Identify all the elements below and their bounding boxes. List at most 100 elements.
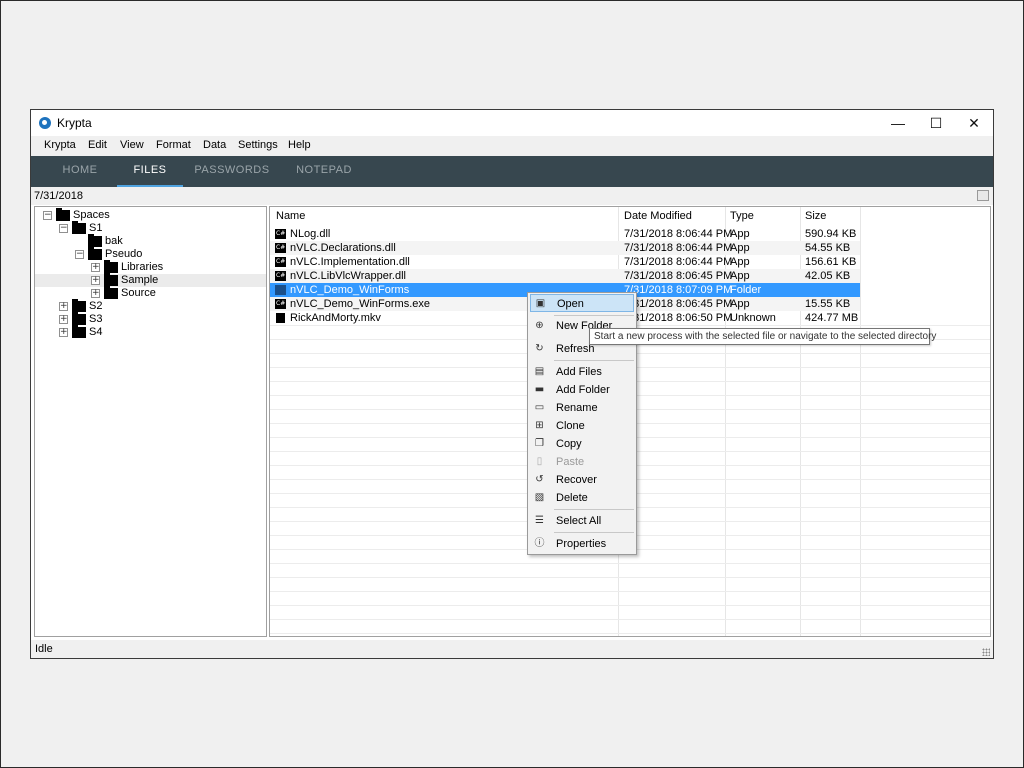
app-file-icon: [275, 257, 286, 267]
tree-node-s3[interactable]: + S3: [35, 312, 266, 326]
grid-line: [270, 633, 990, 634]
app-file-icon: [275, 271, 286, 281]
delete-icon: ▧: [534, 492, 545, 503]
calendar-icon[interactable]: [977, 190, 989, 201]
cell-date: 7/31/2018 8:06:44 PM: [624, 256, 733, 268]
cell-name: nVLC.Declarations.dll: [290, 242, 396, 254]
tab-files[interactable]: FILES: [117, 156, 183, 187]
tab-passwords[interactable]: PASSWORDS: [191, 156, 273, 187]
tree-label: S4: [89, 326, 103, 338]
tree-label: bak: [105, 235, 123, 247]
cell-date: 7/31/2018 8:06:50 PM: [624, 312, 733, 324]
copy-icon: ❐: [535, 438, 544, 449]
column-header-size[interactable]: Size: [801, 207, 826, 225]
tree-node-s2[interactable]: + S2: [35, 299, 266, 313]
tree-node-s4[interactable]: + S4: [35, 325, 266, 339]
recover-icon: ↺: [535, 474, 544, 485]
cell-type: Folder: [730, 284, 762, 296]
table-row[interactable]: nVLC.LibVlcWrapper.dll 7/31/2018 8:06:45 …: [270, 269, 860, 283]
tree-node-spaces[interactable]: − Spaces: [35, 208, 266, 222]
menu-settings[interactable]: Settings: [238, 139, 278, 151]
tree-node-pseudo[interactable]: − Pseudo: [35, 247, 266, 261]
expand-icon[interactable]: +: [91, 263, 100, 272]
app-file-icon: [275, 299, 286, 309]
cell-type: App: [730, 242, 750, 254]
menu-help[interactable]: Help: [288, 139, 311, 151]
menu-item-add-folder[interactable]: ▬ Add Folder: [530, 381, 634, 399]
collapse-icon[interactable]: −: [43, 211, 52, 220]
menu-item-properties[interactable]: ⓘ Properties: [530, 535, 634, 553]
cell-name: RickAndMorty.mkv: [290, 312, 381, 324]
status-text: Idle: [35, 643, 53, 655]
add-file-icon: ▤: [534, 366, 545, 377]
menu-item-copy[interactable]: ❐ Copy: [530, 435, 634, 453]
menu-edit[interactable]: Edit: [88, 139, 107, 151]
tab-home[interactable]: HOME: [51, 156, 109, 187]
column-divider: [860, 207, 861, 636]
expand-icon[interactable]: +: [91, 289, 100, 298]
minimize-button[interactable]: —: [879, 110, 917, 136]
menu-format[interactable]: Format: [156, 139, 191, 151]
menu-item-label: Clone: [556, 420, 585, 432]
title-bar[interactable]: Krypta — ☐ ✕: [31, 110, 993, 136]
expand-icon[interactable]: +: [59, 302, 68, 311]
grid-line: [270, 577, 990, 578]
tree-node-s1[interactable]: − S1: [35, 221, 266, 235]
table-row[interactable]: nVLC.Declarations.dll 7/31/2018 8:06:44 P…: [270, 241, 860, 255]
menu-data[interactable]: Data: [203, 139, 226, 151]
app-file-icon: [275, 229, 286, 239]
cell-size: 54.55 KB: [805, 242, 851, 254]
menu-view[interactable]: View: [120, 139, 144, 151]
tree-node-sample[interactable]: + Sample: [35, 273, 266, 287]
expand-icon[interactable]: +: [91, 276, 100, 285]
table-row[interactable]: nVLC.Implementation.dll 7/31/2018 8:06:44…: [270, 255, 860, 269]
folder-icon: [72, 221, 86, 234]
status-bar: Idle: [31, 640, 993, 658]
menu-item-delete[interactable]: ▧ Delete: [530, 489, 634, 507]
menu-item-label: Copy: [556, 438, 582, 450]
app-logo-icon: [39, 117, 51, 129]
window-title: Krypta: [57, 116, 92, 130]
menu-item-rename[interactable]: ▭ Rename: [530, 399, 634, 417]
maximize-button[interactable]: ☐: [917, 110, 955, 136]
tree-label: S1: [89, 222, 103, 234]
menu-item-label: Rename: [556, 402, 598, 414]
column-header-name[interactable]: Name: [272, 207, 305, 225]
column-header-date[interactable]: Date Modified: [620, 207, 692, 225]
menu-item-recover[interactable]: ↺ Recover: [530, 471, 634, 489]
expand-icon[interactable]: +: [59, 328, 68, 337]
tree-node-bak[interactable]: bak: [35, 234, 266, 248]
tab-notepad[interactable]: NOTEPAD: [289, 156, 359, 187]
tree-node-libraries[interactable]: + Libraries: [35, 260, 266, 274]
menu-item-add-files[interactable]: ▤ Add Files: [530, 363, 634, 381]
close-button[interactable]: ✕: [955, 110, 993, 136]
tree-label: S2: [89, 300, 103, 312]
folder-icon: [72, 299, 86, 312]
date-bar: 7/31/2018: [31, 187, 993, 205]
tree-node-source[interactable]: + Source: [35, 286, 266, 300]
rename-icon: ▭: [534, 402, 545, 413]
tooltip: Start a new process with the selected fi…: [589, 328, 936, 345]
menu-item-label: Paste: [556, 456, 585, 468]
collapse-icon[interactable]: −: [75, 250, 84, 259]
menu-item-select-all[interactable]: ☰ Select All: [530, 512, 634, 530]
cell-size: 15.55 KB: [805, 298, 851, 310]
menu-item-paste[interactable]: ▯ Paste: [530, 453, 634, 471]
refresh-icon: ↻: [535, 343, 544, 354]
column-header-type[interactable]: Type: [726, 207, 754, 225]
folder-icon: [72, 312, 86, 325]
cell-date: 7/31/2018 8:06:44 PM: [624, 242, 733, 254]
collapse-icon[interactable]: −: [59, 224, 68, 233]
menu-item-open[interactable]: ▣ Open: [530, 294, 634, 312]
folder-icon: [72, 325, 86, 338]
menu-krypta[interactable]: Krypta: [44, 139, 76, 151]
resize-grip-icon[interactable]: [982, 648, 990, 656]
cell-size: 156.61 KB: [805, 256, 857, 268]
menu-item-clone[interactable]: ⊞ Clone: [530, 417, 634, 435]
tree-label: Sample: [121, 274, 159, 286]
expand-icon[interactable]: +: [59, 315, 68, 324]
folder-tree: − Spaces − S1 bak − Pseudo + Libraries +…: [34, 206, 267, 637]
tab-bar: HOME FILES PASSWORDS NOTEPAD: [31, 156, 993, 187]
table-row[interactable]: NLog.dll 7/31/2018 8:06:44 PMApp 590.94 KB: [270, 227, 860, 241]
menu-item-label: Delete: [556, 492, 588, 504]
